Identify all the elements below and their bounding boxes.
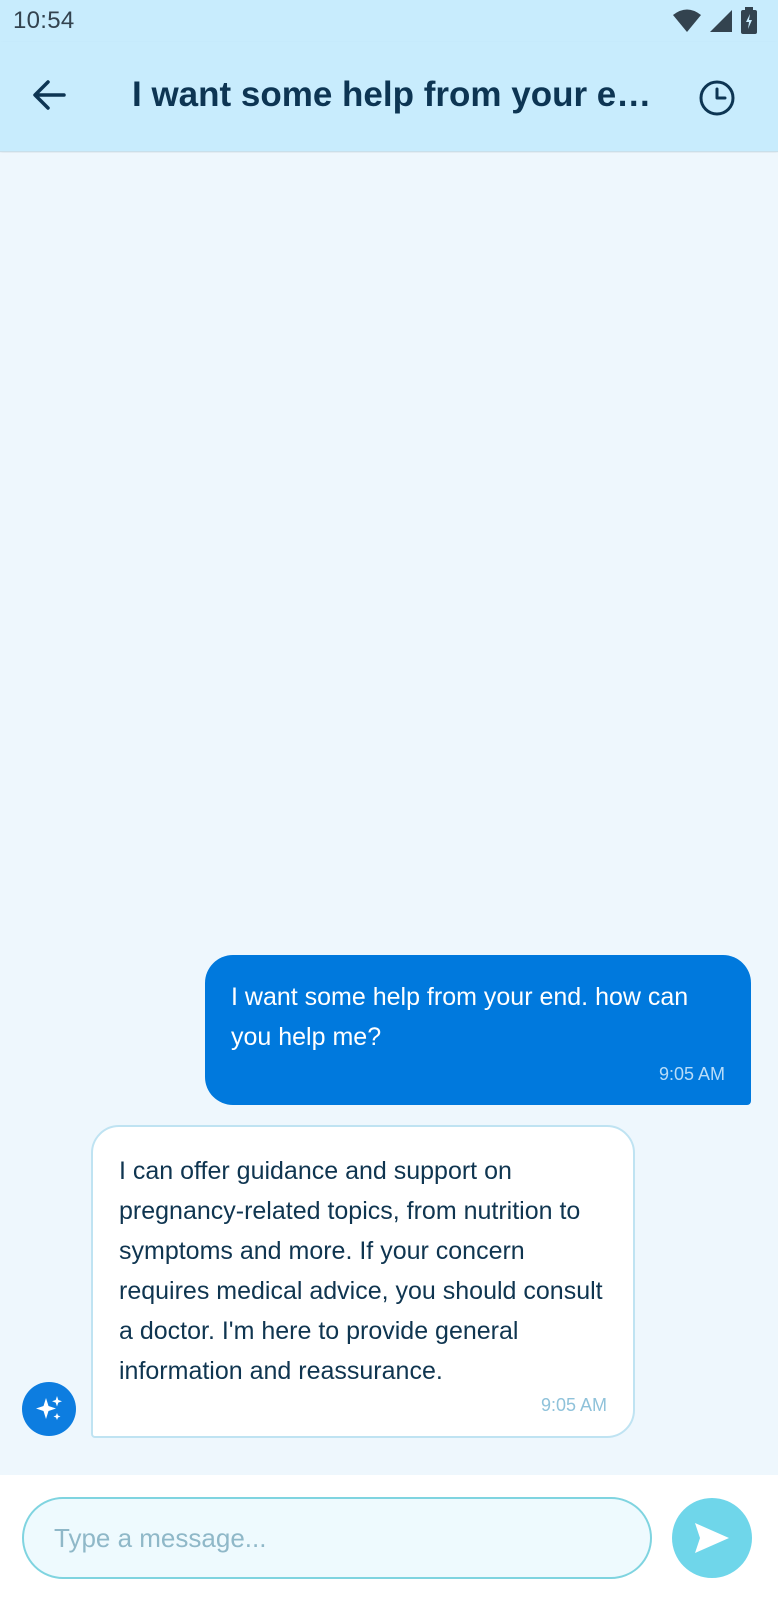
sparkle-icon bbox=[36, 1396, 62, 1420]
send-icon bbox=[695, 1523, 729, 1553]
battery-icon bbox=[741, 7, 757, 34]
message-input[interactable] bbox=[22, 1497, 652, 1579]
status-time: 10:54 bbox=[13, 7, 75, 34]
clock-icon bbox=[699, 80, 735, 116]
arrow-left-icon bbox=[33, 80, 66, 110]
back-button[interactable] bbox=[26, 72, 72, 118]
composer-bar bbox=[0, 1475, 778, 1600]
status-bar: 10:54 bbox=[0, 0, 778, 42]
app-bar: I want some help from your end. how can … bbox=[0, 42, 778, 152]
bot-message-bubble: I can offer guidance and support on preg… bbox=[91, 1125, 635, 1438]
history-button[interactable] bbox=[694, 75, 740, 121]
wifi-icon bbox=[673, 9, 701, 32]
status-icons bbox=[672, 7, 758, 35]
page-title: I want some help from your end. how can … bbox=[132, 75, 662, 114]
user-message-time: 9:05 AM bbox=[658, 1064, 725, 1084]
signal-icon bbox=[710, 10, 732, 32]
user-message-text: I want some help from your end. how can … bbox=[231, 983, 689, 1051]
send-button[interactable] bbox=[672, 1498, 752, 1578]
bot-message-text: I can offer guidance and support on preg… bbox=[119, 1157, 603, 1385]
user-message-bubble: I want some help from your end. how can … bbox=[205, 955, 751, 1105]
bot-message-time: 9:05 AM bbox=[540, 1395, 607, 1415]
bot-avatar bbox=[22, 1382, 76, 1436]
